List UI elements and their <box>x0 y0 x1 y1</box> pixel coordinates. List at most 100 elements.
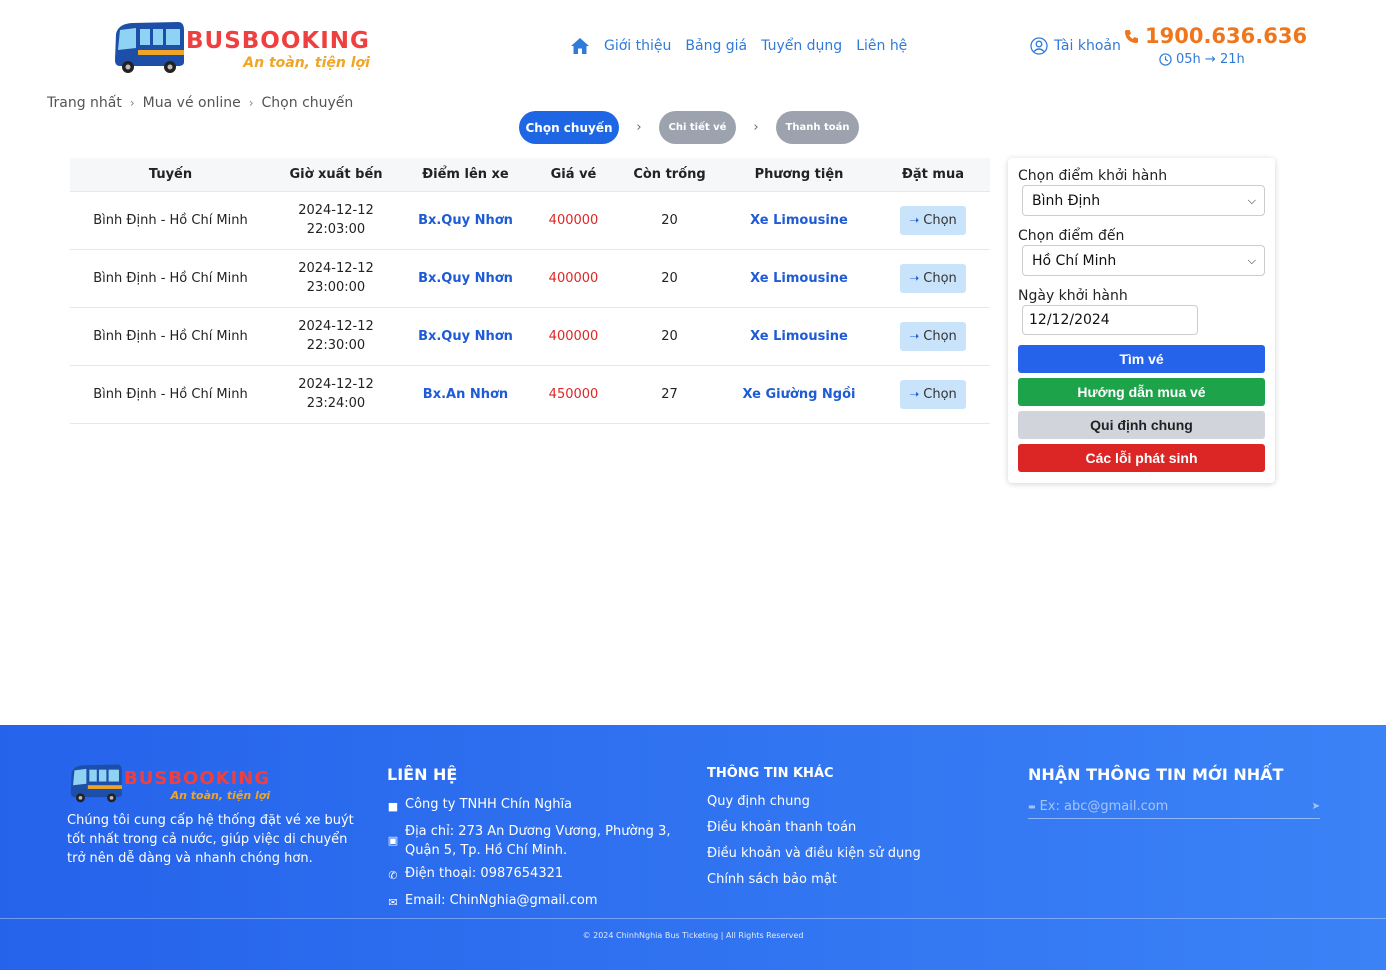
header-logo[interactable]: BUSBOOKING An toàn, tiện lợi <box>112 20 370 74</box>
pickup-point-link[interactable]: Bx.Quy Nhơn <box>401 191 530 250</box>
price-cell: 400000 <box>530 307 617 366</box>
departure-value: Bình Định <box>1032 192 1101 209</box>
step-payment[interactable]: Thanh toán <box>776 111 859 144</box>
departure-date-input[interactable]: 12/12/2024 <box>1022 305 1198 335</box>
nav-contact[interactable]: Liên hệ <box>856 38 907 54</box>
step-ticket-details[interactable]: Chi tiết vé <box>659 111 736 144</box>
seats-cell: 20 <box>617 307 722 366</box>
hours-text: 05h → 21h <box>1176 52 1245 67</box>
nav-pricing[interactable]: Bảng giá <box>685 38 747 54</box>
footer-description: Chúng tôi cung cấp hệ thống đặt vé xe bu… <box>67 813 354 866</box>
link-terms-conditions[interactable]: Điều khoản và điều kiện sử dụng <box>707 845 921 863</box>
header-seats: Còn trống <box>617 158 722 192</box>
newsletter-title: NHẬN THÔNG TIN MỚI NHẤT <box>1028 765 1284 784</box>
footer-brand-name: BUSBOOKING <box>124 767 271 789</box>
info-title: THÔNG TIN KHÁC <box>707 766 834 781</box>
price-cell: 400000 <box>530 191 617 250</box>
search-tickets-button[interactable]: Tìm vé <box>1018 345 1265 373</box>
choose-trip-button[interactable]: ➝ Chọn <box>900 379 966 409</box>
departure-select[interactable]: Bình Định ⌵ <box>1022 185 1265 216</box>
choose-trip-button[interactable]: ➝ Chọn <box>900 321 966 351</box>
footer-brand-tagline: An toàn, tiện lợi <box>170 788 271 802</box>
newsletter-email-input[interactable]: ▬ Ex: abc@gmail.com ➤ <box>1028 795 1320 819</box>
brand-text: BUSBOOKING An toàn, tiện lợi <box>186 24 370 71</box>
main-nav: Giới thiệu Bảng giá Tuyển dụng Liên hệ <box>570 37 907 55</box>
footer: BUSBOOKING An toàn, tiện lợi Chúng tôi c… <box>0 725 1386 970</box>
seats-cell: 27 <box>617 365 722 424</box>
destination-select[interactable]: Hồ Chí Minh ⌵ <box>1022 245 1265 276</box>
contact-list: ■ Công ty TNHH Chín Nghĩa ▣ Địa chỉ: 273… <box>387 795 675 918</box>
vehicle-link[interactable]: Xe Limousine <box>722 249 876 308</box>
info-links: Quy định chung Điều khoản thanh toán Điề… <box>707 793 921 897</box>
departure-time: 23:24:00 <box>306 396 366 411</box>
contact-phone[interactable]: ✆ Điện thoại: 0987654321 <box>387 864 675 885</box>
send-icon[interactable]: ➤ <box>1312 801 1320 812</box>
hotline[interactable]: 1900.636.636 <box>1124 24 1307 48</box>
nav-about[interactable]: Giới thiệu <box>604 38 671 54</box>
route-cell: Bình Định - Hồ Chí Minh <box>70 191 271 250</box>
departure-cell: 2024-12-12 22:30:00 <box>271 307 401 366</box>
trip-table: Tuyến Giờ xuất bến Điểm lên xe Giá vé Cò… <box>70 158 990 424</box>
book-cell: ➝ Chọn <box>876 249 990 308</box>
header-vehicle: Phương tiện <box>722 158 876 192</box>
pickup-point-link[interactable]: Bx.Quy Nhơn <box>401 307 530 366</box>
account-link[interactable]: Tài khoản <box>1030 37 1121 55</box>
breadcrumb-current: Chọn chuyến <box>261 95 354 111</box>
issues-button[interactable]: Các lỗi phát sinh <box>1018 444 1265 472</box>
seats-cell: 20 <box>617 191 722 250</box>
brand-tagline: An toàn, tiện lợi <box>243 55 370 71</box>
price-cell: 450000 <box>530 365 617 424</box>
breadcrumb-home[interactable]: Trang nhất <box>47 95 122 111</box>
footer-brand-text: BUSBOOKING An toàn, tiện lợi <box>124 766 270 801</box>
envelope-icon: ✉ <box>388 896 398 909</box>
vehicle-link[interactable]: Xe Limousine <box>722 307 876 366</box>
link-general-rules[interactable]: Quy định chung <box>707 793 921 811</box>
step-choose-trip[interactable]: Chọn chuyến <box>519 111 619 144</box>
home-icon[interactable] <box>570 37 590 55</box>
contact-company: ■ Công ty TNHH Chín Nghĩa <box>387 795 675 816</box>
copyright: © 2024 ChinhNghia Bus Ticketing | All Ri… <box>582 931 804 940</box>
pickup-point-link[interactable]: Bx.Quy Nhơn <box>401 249 530 308</box>
vehicle-link[interactable]: Xe Limousine <box>722 191 876 250</box>
chevron-right-icon: › <box>248 96 254 110</box>
choose-trip-button[interactable]: ➝ Chọn <box>900 205 966 235</box>
vehicle-link[interactable]: Xe Giường Ngồi <box>722 365 876 424</box>
header-departure-time: Giờ xuất bến <box>271 158 401 192</box>
nav-careers[interactable]: Tuyển dụng <box>761 38 842 54</box>
user-icon <box>1030 37 1048 55</box>
general-rules-button[interactable]: Qui định chung <box>1018 411 1265 439</box>
destination-label: Chọn điểm đến <box>1018 228 1125 244</box>
choose-label: Chọn <box>923 386 957 402</box>
chevron-down-icon: ⌵ <box>1247 193 1256 207</box>
link-privacy-policy[interactable]: Chính sách bảo mật <box>707 871 921 889</box>
link-payment-terms[interactable]: Điều khoản thanh toán <box>707 819 921 837</box>
envelope-icon: ▬ <box>1028 802 1036 811</box>
date-label: Ngày khởi hành <box>1018 288 1128 304</box>
bus-logo-icon <box>70 764 122 803</box>
pickup-point-link[interactable]: Bx.An Nhơn <box>401 365 530 424</box>
seats-cell: 20 <box>617 249 722 308</box>
contact-email[interactable]: ✉ Email: ChinNghia@gmail.com <box>387 891 675 912</box>
departure-cell: 2024-12-12 22:03:00 <box>271 191 401 250</box>
price-cell: 400000 <box>530 249 617 308</box>
destination-value: Hồ Chí Minh <box>1032 252 1117 269</box>
book-cell: ➝ Chọn <box>876 191 990 250</box>
header-book: Đặt mua <box>876 158 990 192</box>
departure-date: 2024-12-12 <box>298 319 374 334</box>
breadcrumb-buy-online[interactable]: Mua vé online <box>143 95 241 111</box>
breadcrumb: Trang nhất › Mua vé online › Chọn chuyến <box>47 95 353 111</box>
purchase-guide-button[interactable]: Hướng dẫn mua vé <box>1018 378 1265 406</box>
chevron-right-icon: › <box>129 96 135 110</box>
choose-label: Chọn <box>923 270 957 286</box>
header-pickup-point: Điểm lên xe <box>401 158 530 192</box>
chevron-right-icon: › <box>636 120 642 135</box>
brand-name: BUSBOOKING <box>186 28 370 54</box>
footer-logo[interactable]: BUSBOOKING An toàn, tiện lợi <box>68 763 270 803</box>
table-row: Bình Định - Hồ Chí Minh 2024-12-12 23:00:… <box>70 249 990 308</box>
departure-date: 2024-12-12 <box>298 203 374 218</box>
departure-time: 22:03:00 <box>306 222 366 237</box>
departure-date: 2024-12-12 <box>298 377 374 392</box>
choose-trip-button[interactable]: ➝ Chọn <box>900 263 966 293</box>
departure-time: 23:00:00 <box>306 280 366 295</box>
company-text: Công ty TNHH Chín Nghĩa <box>405 797 573 812</box>
